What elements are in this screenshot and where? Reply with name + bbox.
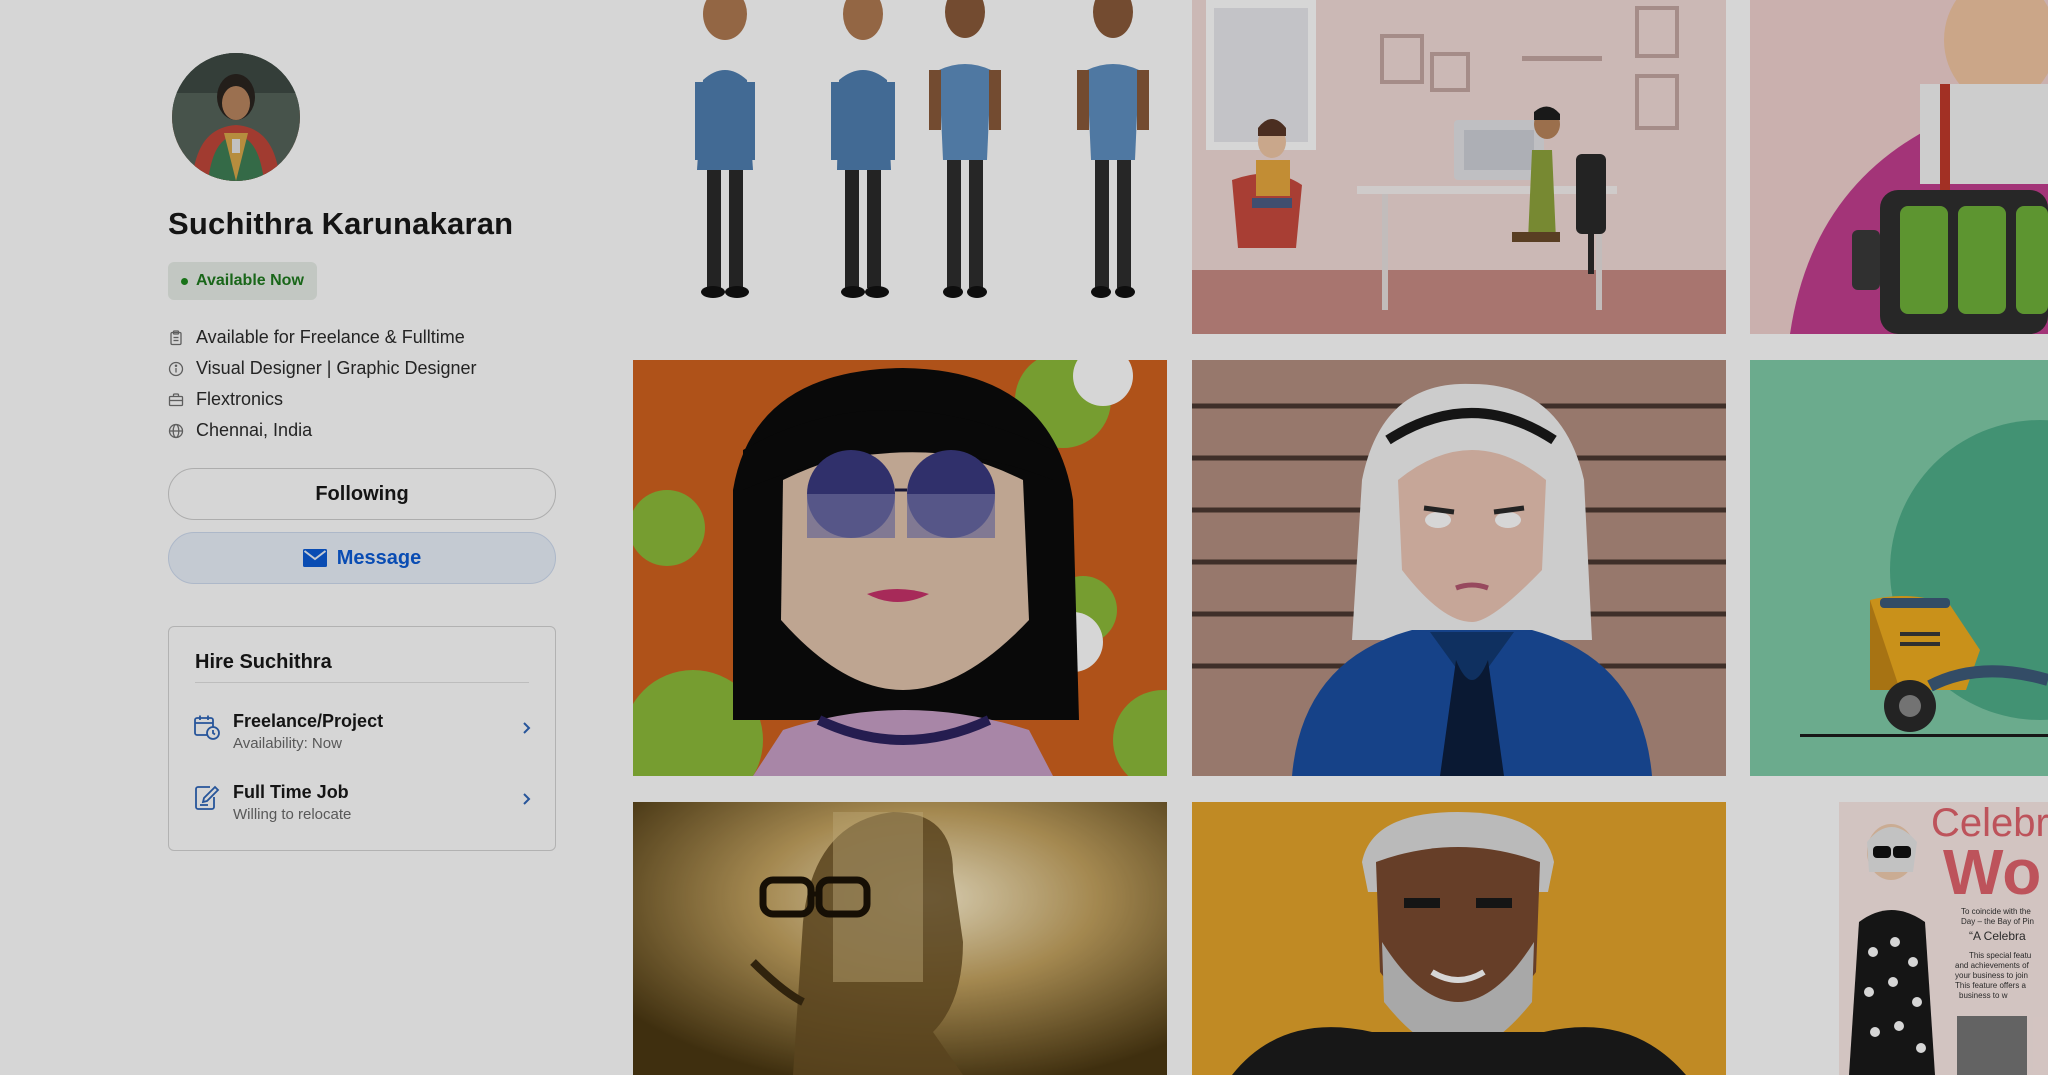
option-subtitle: Willing to relocate — [233, 806, 352, 823]
sunglasses-portrait — [633, 360, 1167, 776]
detail-availability: Available for Freelance & Fulltime — [168, 322, 556, 353]
profile-name: Suchithra Karunakaran — [168, 206, 514, 241]
hire-option-freelance[interactable]: Freelance/Project Availability: Now — [193, 707, 533, 763]
magazine-cover: Celebr Wo To coincide with the Day – the… — [1839, 802, 2048, 1075]
project-tile-magazine-cover[interactable]: Celebr Wo To coincide with the Day – the… — [1839, 802, 2048, 1075]
detail-text: Chennai, India — [196, 420, 313, 440]
chevron-right-icon — [521, 719, 533, 737]
avatar[interactable] — [172, 53, 300, 181]
sabrina-portrait — [1192, 360, 1726, 776]
clipboard-icon — [168, 329, 184, 346]
briefcase-icon — [168, 392, 184, 408]
profile-sidebar: Suchithra Karunakaran Available Now Avai… — [168, 0, 556, 1075]
following-button[interactable]: Following — [168, 468, 556, 520]
envelope-icon — [302, 549, 327, 567]
scooter-illustration — [1750, 360, 2048, 776]
option-title: Freelance/Project — [233, 711, 384, 731]
project-tile-double-exposure[interactable] — [633, 802, 1167, 1075]
hire-card: Hire Suchithra Freelance/Project Availab… — [168, 626, 556, 851]
project-tile-office-illustration[interactable] — [1192, 0, 1726, 334]
project-tile-bearded-portrait[interactable] — [1192, 802, 1726, 1075]
info-circle-icon — [168, 361, 184, 377]
detail-text: Visual Designer | Graphic Designer — [196, 358, 477, 378]
bearded-man-portrait — [1192, 802, 1726, 1075]
availability-badge: Available Now — [168, 262, 317, 300]
detail-text: Flextronics — [196, 389, 284, 409]
chevron-right-icon — [521, 790, 533, 808]
magazine-copy: your business to join — [1955, 971, 2028, 980]
magazine-copy: business to w — [1959, 991, 2008, 1000]
magazine-copy: Day – the Bay of Pin — [1961, 917, 2034, 926]
profile-details: Available for Freelance & Fulltime Visua… — [168, 322, 556, 446]
detail-text: Available for Freelance & Fulltime — [196, 327, 465, 347]
project-tile-character-turnaround[interactable] — [633, 0, 1167, 334]
status-dot-icon — [181, 277, 188, 285]
character-illustration — [633, 0, 1167, 334]
profile-page: Suchithra Karunakaran Available Now Avai… — [0, 0, 2048, 1075]
battery-illustration — [1750, 0, 2048, 334]
hire-option-fulltime[interactable]: Full Time Job Willing to relocate — [193, 778, 533, 834]
option-subtitle: Availability: Now — [233, 735, 342, 752]
following-label: Following — [315, 482, 409, 505]
magazine-headline-large: Wo — [1943, 836, 2041, 908]
project-tile-battery-illustration[interactable] — [1750, 0, 2048, 334]
calendar-clock-icon — [193, 713, 221, 741]
double-exposure-portrait — [633, 802, 1167, 1075]
project-tile-scooter-illustration[interactable] — [1750, 360, 2048, 776]
option-title: Full Time Job — [233, 782, 349, 802]
divider — [195, 682, 529, 683]
detail-location: Chennai, India — [168, 415, 556, 446]
project-tile-sabrina-portrait[interactable] — [1192, 360, 1726, 776]
detail-company: Flextronics — [168, 384, 556, 415]
magazine-copy: and achievements of — [1955, 961, 2030, 970]
availability-label: Available Now — [196, 272, 304, 289]
project-tile-sunglasses-portrait[interactable] — [633, 360, 1167, 776]
detail-role: Visual Designer | Graphic Designer — [168, 353, 556, 384]
avatar-photo — [172, 53, 300, 181]
document-pen-icon — [193, 784, 221, 812]
magazine-copy: This feature offers a — [1955, 981, 2027, 990]
magazine-copy: This special featu — [1969, 951, 2031, 960]
message-label: Message — [336, 546, 422, 569]
message-button[interactable]: Message — [168, 532, 556, 584]
hire-title: Hire Suchithra — [195, 651, 332, 673]
magazine-copy: “A Celebra — [1969, 929, 2026, 943]
magazine-copy: To coincide with the — [1961, 907, 2031, 916]
office-illustration — [1192, 0, 1726, 334]
globe-icon — [168, 423, 184, 439]
